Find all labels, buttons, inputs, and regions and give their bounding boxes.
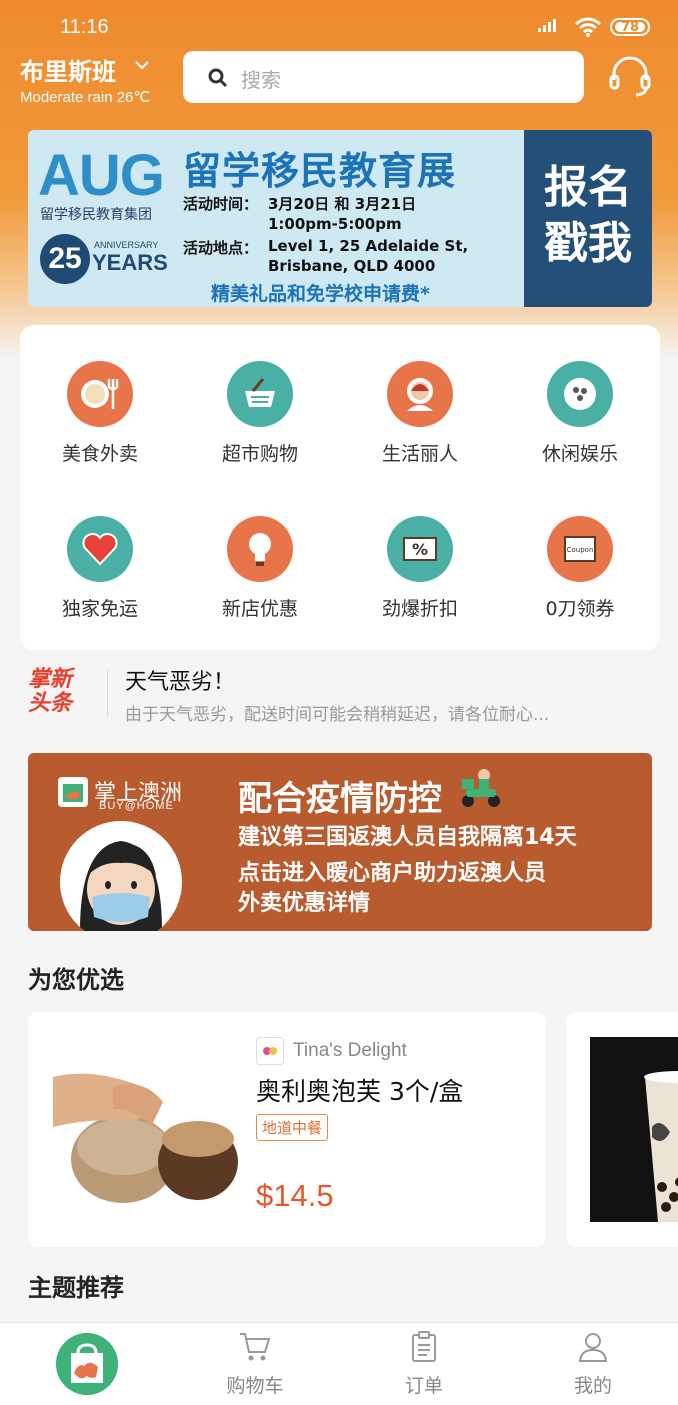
product-tag: 地道中餐: [256, 1114, 329, 1141]
product-image: [590, 1037, 678, 1222]
search-placeholder: 搜索: [241, 68, 281, 92]
search-icon: [208, 68, 228, 88]
category-free-delivery[interactable]: 独家免运: [40, 516, 160, 621]
cart-icon: [240, 1333, 271, 1361]
expo-footer: 精美礼品和免学校申请费*: [211, 283, 430, 305]
covid-line-3: 外卖优惠详情: [238, 891, 371, 916]
covid-title: 配合疫情防控: [238, 779, 442, 819]
signal-icon: [538, 19, 556, 32]
anniversary-label: ANNIVERSARY: [94, 240, 159, 250]
expo-title: 留学移民教育展: [183, 149, 457, 193]
cta-line-2: 戳我: [544, 218, 632, 269]
category-label: 休闲娱乐: [541, 443, 618, 465]
anniversary-badge: 25: [40, 234, 90, 284]
category-label: 超市购物: [221, 443, 298, 465]
news-logo-line-2: 头条: [28, 691, 73, 716]
place-city: Brisbane, QLD 4000: [268, 257, 436, 275]
section-title-theme: 主题推荐: [28, 1274, 124, 1302]
aug-logo: AUG: [38, 143, 165, 208]
home-tab-icon[interactable]: [56, 1333, 118, 1395]
shop-logo-icon: [256, 1037, 284, 1065]
city-selector[interactable]: 布里斯班: [20, 52, 116, 87]
expo-banner[interactable]: AUG 留学移民教育集团 25 ANNIVERSARY YEARS 留学移民教育…: [28, 130, 652, 307]
weather-text: Moderate rain 26℃: [20, 89, 151, 106]
user-icon: [578, 1333, 608, 1362]
category-coupon[interactable]: Coupon 0刀领券: [520, 516, 640, 621]
tab-cart-label: 购物车: [226, 1375, 284, 1397]
headset-icon[interactable]: [606, 56, 654, 100]
product-card[interactable]: Tina's Delight 奥利奥泡芙 3个/盒 地道中餐 $14.5: [28, 1012, 546, 1247]
covid-banner[interactable]: 掌上澳洲 BUY@HOME 配合疫情防控 建议第三国返澳人员自我隔离14天 点击…: [28, 753, 652, 931]
category-label: 美食外卖: [61, 443, 138, 465]
news-title: 天气恶劣！: [125, 670, 236, 695]
product-name: 奥利奥泡芙 3个/盒: [256, 1077, 464, 1106]
category-label: 新店优惠: [221, 598, 298, 620]
tab-cart[interactable]: 购物车: [195, 1323, 315, 1398]
status-bar: 11:16 78: [0, 0, 678, 52]
shop-name[interactable]: Tina's Delight: [293, 1040, 407, 1062]
coupon-icon: Coupon: [547, 516, 613, 582]
woman-icon: [387, 361, 453, 427]
chevron-down-icon[interactable]: [134, 58, 150, 72]
place-value: Level 1, 25 Adelaide St,: [268, 237, 469, 255]
register-cta[interactable]: 报名 戳我: [524, 130, 652, 307]
svg-text:%: %: [412, 540, 428, 559]
time-label: 活动时间：: [183, 195, 259, 213]
category-label: 生活丽人: [381, 443, 458, 465]
category-supermarket[interactable]: 超市购物: [200, 361, 320, 466]
covid-line-1: 建议第三国返澳人员自我隔离14天: [238, 825, 577, 850]
food-icon: [67, 361, 133, 427]
brand-sub: BUY@HOME: [99, 800, 174, 812]
category-beauty[interactable]: 生活丽人: [360, 361, 480, 466]
app-logo-icon: [58, 777, 88, 807]
battery-indicator: 78: [610, 18, 650, 36]
news-logo: 掌新 头条: [28, 668, 72, 716]
basket-icon: [227, 361, 293, 427]
bowling-icon: [547, 361, 613, 427]
category-leisure[interactable]: 休闲娱乐: [520, 361, 640, 466]
brand-subtitle: 留学移民教育集团: [40, 207, 152, 223]
time-hours: 1:00pm-5:00pm: [268, 215, 402, 233]
scooter-rider-icon: [462, 769, 500, 807]
category-food[interactable]: 美食外卖: [40, 361, 160, 466]
news-body: 由于天气恶劣，配送时间可能会稍稍延迟，请各位耐心...: [125, 705, 550, 725]
search-input[interactable]: 搜索: [183, 51, 584, 103]
category-label: 0刀领券: [545, 598, 615, 620]
wifi-icon: [575, 17, 601, 37]
divider: [107, 670, 108, 718]
heart-icon: [67, 516, 133, 582]
category-new-store[interactable]: 新店优惠: [200, 516, 320, 621]
masked-person-illustration: [60, 821, 182, 931]
news-ticker[interactable]: 掌新 头条 天气恶劣！ 由于天气恶劣，配送时间可能会稍稍延迟，请各位耐心...: [0, 660, 678, 730]
category-label: 劲爆折扣: [381, 598, 458, 620]
lightbulb-icon: [227, 516, 293, 582]
tab-me[interactable]: 我的: [533, 1323, 653, 1398]
category-label: 独家免运: [61, 598, 138, 620]
clipboard-icon: [412, 1331, 436, 1362]
tab-me-label: 我的: [573, 1375, 612, 1397]
tab-orders-label: 订单: [404, 1375, 443, 1397]
covid-line-2: 点击进入暖心商户助力返澳人员: [238, 861, 547, 886]
cta-line-1: 报名: [544, 162, 632, 213]
section-title-recommend: 为您优选: [28, 966, 124, 994]
category-grid: 美食外卖 超市购物 生活丽人 休闲娱乐 独家免运 新店优惠 % 劲爆折扣 Cou…: [20, 325, 660, 650]
product-card[interactable]: [566, 1012, 678, 1247]
place-label: 活动地点：: [183, 239, 259, 257]
news-logo-line-1: 掌新: [28, 667, 73, 692]
bottom-tab-bar: 购物车 订单 我的: [0, 1322, 678, 1405]
category-discount[interactable]: % 劲爆折扣: [360, 516, 480, 621]
tab-orders[interactable]: 订单: [364, 1323, 484, 1398]
coupon-icon-text: Coupon: [567, 546, 594, 554]
status-time: 11:16: [60, 16, 109, 38]
percent-icon: %: [387, 516, 453, 582]
product-price: $14.5: [256, 1178, 334, 1213]
product-image: [53, 1047, 238, 1222]
years-label: YEARS: [92, 250, 168, 275]
time-value: 3月20日 和 3月21日: [268, 195, 417, 213]
